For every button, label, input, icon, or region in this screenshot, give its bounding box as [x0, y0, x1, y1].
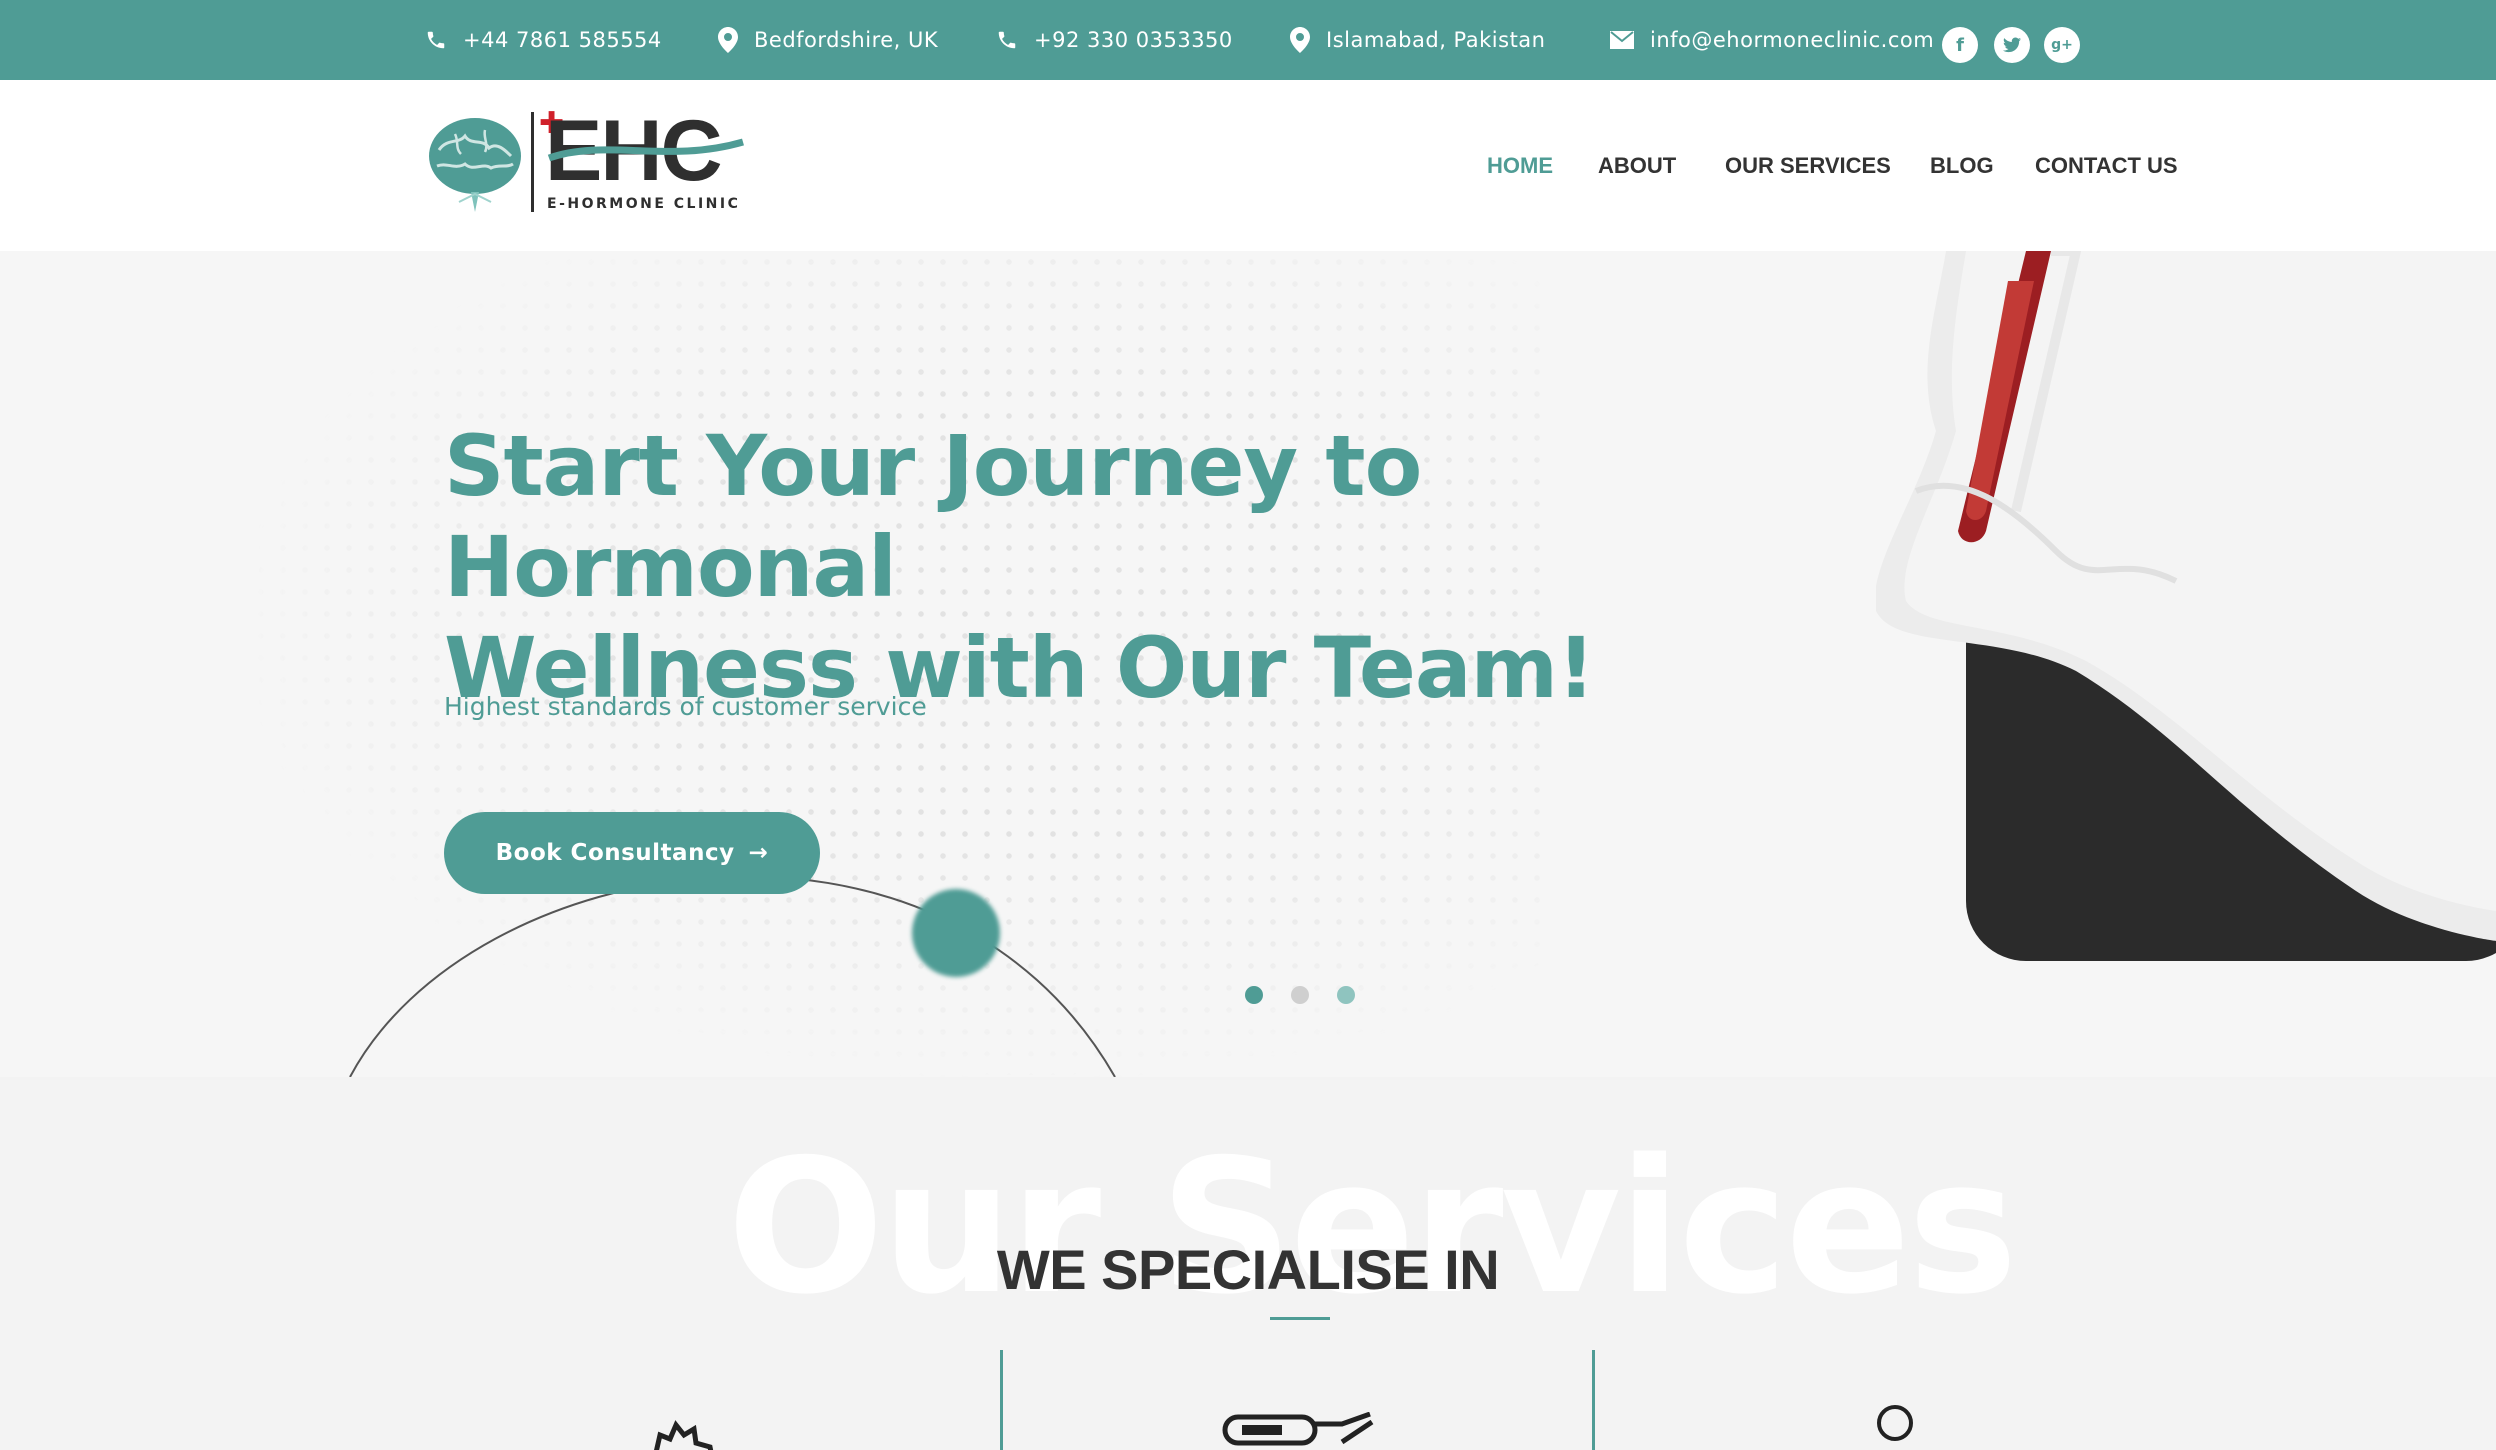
logo-swoosh	[547, 138, 744, 162]
logo-divider	[531, 112, 534, 212]
contact-phone-pk[interactable]: +92 330 0353350	[996, 0, 1233, 80]
nav-home[interactable]: HOME	[1487, 80, 1553, 251]
location-pk-text: Islamabad, Pakistan	[1326, 28, 1546, 52]
facebook-icon[interactable]: f	[1942, 27, 1978, 63]
stethoscope-icon	[1877, 1405, 1913, 1441]
contact-location-pk: Islamabad, Pakistan	[1290, 0, 1545, 80]
services-heading-underline	[1270, 1317, 1330, 1320]
brain-icon	[429, 118, 521, 212]
mail-icon	[1610, 31, 1634, 49]
hero-subtitle: Highest standards of customer service	[444, 692, 927, 721]
site-header: ✚ EHC E-HORMONE CLINIC HOME ABOUT OUR SE…	[0, 80, 2496, 251]
twitter-bird-glyph	[2003, 37, 2021, 53]
service-divider-2	[1592, 1350, 1595, 1450]
hero-title-line-1: Start Your Journey to Hormonal	[444, 417, 1422, 616]
gear-icon	[654, 1420, 714, 1450]
logo-subtitle: E-HORMONE CLINIC	[547, 196, 741, 212]
services-section: Our Services WE SPECIALISE IN	[0, 1077, 2496, 1450]
location-pin-icon	[1290, 27, 1310, 53]
slide-dot-1[interactable]	[1245, 986, 1263, 1004]
location-pin-icon	[718, 27, 738, 53]
hero-title: Start Your Journey to Hormonal Wellness …	[444, 416, 1844, 719]
decorative-blob	[912, 889, 1000, 977]
location-uk-text: Bedfordshire, UK	[754, 28, 939, 52]
hero-slider: Start Your Journey to Hormonal Wellness …	[0, 251, 2496, 1077]
slide-dot-2[interactable]	[1291, 986, 1309, 1004]
nav-blog[interactable]: BLOG	[1930, 80, 1994, 251]
lab-gloved-hand-image	[1876, 251, 2496, 961]
phone-pk-text: +92 330 0353350	[1034, 28, 1233, 52]
slide-dot-3[interactable]	[1337, 986, 1355, 1004]
arrow-right-icon: →	[748, 840, 769, 866]
nav-contact-us[interactable]: CONTACT US	[2035, 80, 2178, 251]
services-heading: WE SPECIALISE IN	[996, 1238, 1500, 1301]
contact-phone-uk[interactable]: +44 7861 585554	[425, 0, 662, 80]
nav-our-services[interactable]: OUR SERVICES	[1725, 80, 1891, 251]
phone-uk-text: +44 7861 585554	[463, 28, 662, 52]
contact-email[interactable]: info@ehormoneclinic.com	[1610, 0, 1934, 80]
book-consultancy-label: Book Consultancy	[495, 840, 735, 866]
twitter-icon[interactable]	[1994, 27, 2030, 63]
book-consultancy-button[interactable]: Book Consultancy →	[444, 812, 820, 894]
top-contact-bar: +44 7861 585554 Bedfordshire, UK +92 330…	[0, 0, 2496, 80]
thermometer-icon	[1222, 1412, 1374, 1446]
service-divider-1	[1000, 1350, 1003, 1450]
phone-icon	[998, 31, 1016, 49]
phone-icon	[427, 31, 445, 49]
contact-location-uk: Bedfordshire, UK	[718, 0, 938, 80]
brand-logo[interactable]: ✚ EHC E-HORMONE CLINIC	[425, 106, 744, 218]
email-text: info@ehormoneclinic.com	[1650, 28, 1935, 52]
nav-about[interactable]: ABOUT	[1598, 80, 1676, 251]
google-plus-icon[interactable]: g+	[2044, 27, 2080, 63]
